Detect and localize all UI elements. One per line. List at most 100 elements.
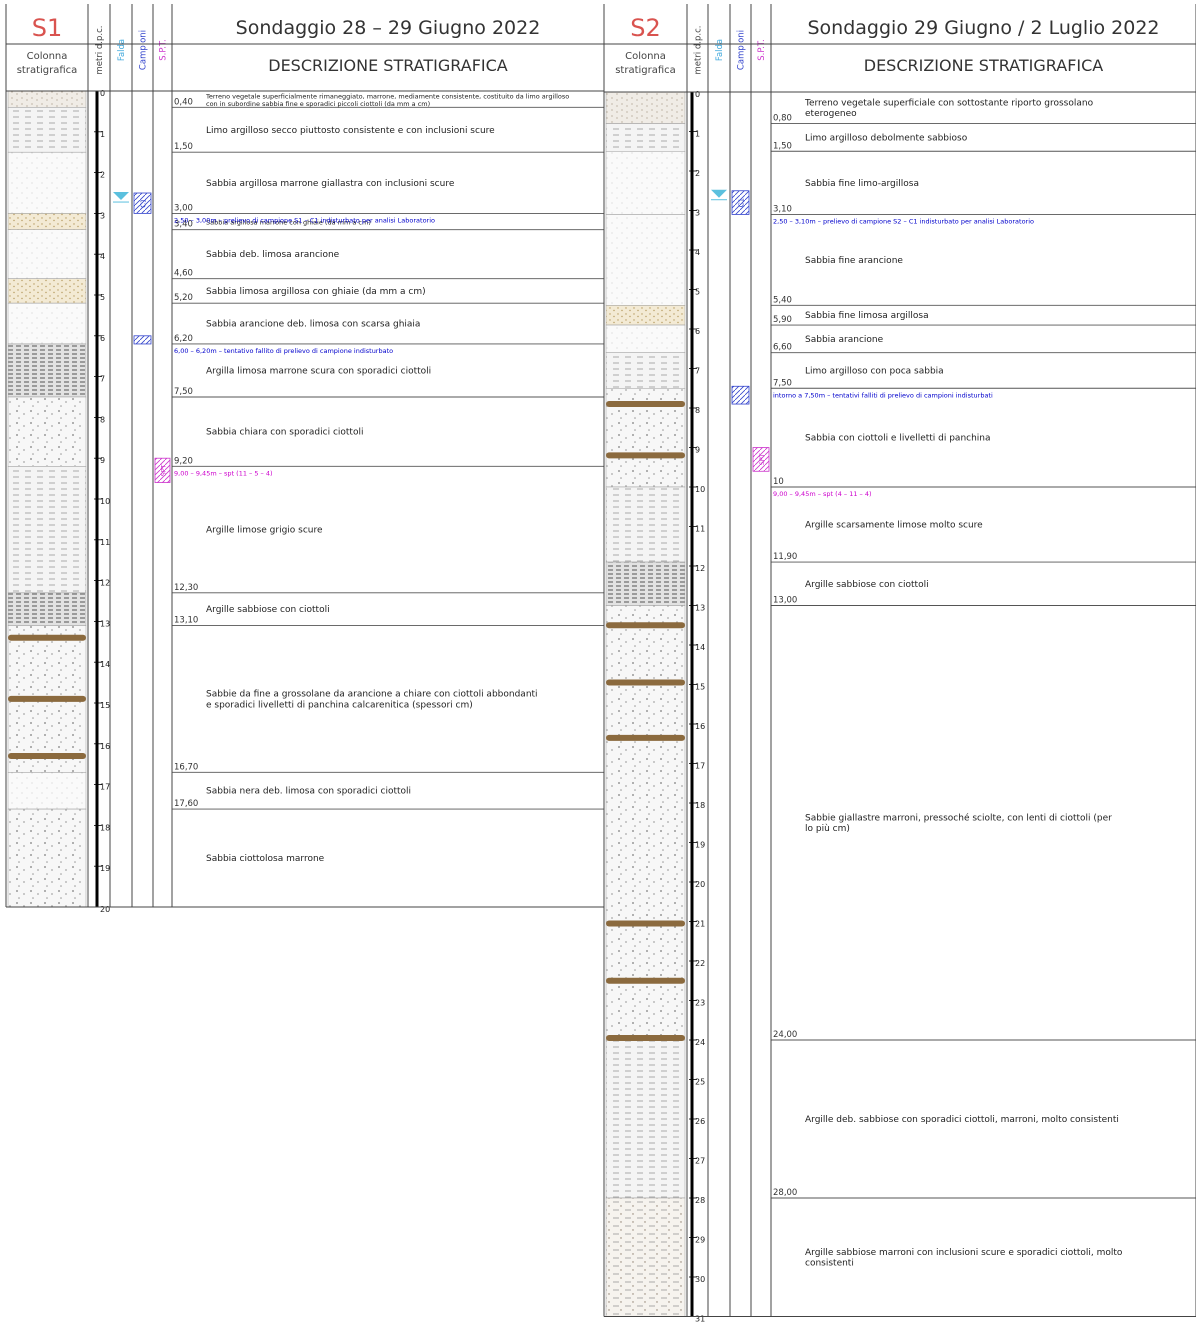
layer-description: Limo argilloso secco piuttosto consisten… [206,126,495,136]
strata-fill [7,90,87,108]
depth-tick-label: 15 [100,701,110,710]
depth-tick-label: 28 [695,1196,705,1205]
strata-fill [7,592,87,626]
header-campioni: Campioni [737,30,747,70]
depth-tick-label: 27 [695,1157,705,1166]
layer-description: Argille deb. sabbiose con sporadici ciot… [805,1115,1119,1125]
sample-label: C1 [738,198,746,207]
sampling-note: 6,00 – 6,20m – tentativo fallito di prel… [174,347,393,355]
depth-tick-label: 7 [100,375,105,384]
layer-depth-label: 9,20 [174,456,193,466]
strata-fill [605,324,686,353]
strata-fill [7,107,87,153]
depth-tick-label: 29 [695,1236,705,1245]
layer-description: Argille sabbiose con ciottoli [805,580,929,590]
header-descrizione: DESCRIZIONE STRATIGRAFICA [864,56,1104,75]
layer-depth-label: 13,00 [773,596,797,606]
strata-fill [7,151,87,214]
stratigraphic-logs-sheet: S1 Sondaggio 28 – 29 Giugno 2022 Colonna st… [5,4,1196,1324]
depth-tick-label: 25 [695,1078,705,1087]
sampling-note: 9,00 – 9,45m – spt (4 – 11 – 4) [773,490,872,498]
layer-depth-label: 4,60 [174,269,193,279]
layer-depth-label: 17,60 [174,799,198,809]
layer-depth-label: 13,10 [174,615,198,625]
strata-fill [7,229,87,279]
header-colonna: Colonna [27,51,68,62]
layer-depth-label: 28,00 [773,1188,797,1198]
depth-tick-label: 3 [100,211,105,220]
depth-tick-label: 19 [100,864,110,873]
layer-description: Argilla limosa marrone scura con sporadi… [206,366,431,376]
layer-depth-label: 6,60 [773,343,792,353]
strata-fill [7,466,87,594]
panchina-lens [606,734,685,741]
strata-fill [7,343,87,398]
strata-fill [605,352,686,389]
depth-tick-label: 1 [100,130,105,139]
strata-fill [7,808,87,908]
layer-depth-label: 0,40 [174,97,193,107]
layer-depth-label: 12,30 [174,583,198,593]
log-title: Sondaggio 28 – 29 Giugno 2022 [236,17,541,39]
panchina-lens [606,920,685,927]
sample-marker [731,385,750,405]
depth-tick-label: 0 [100,89,105,98]
layer-depth-label: 24,00 [773,1030,797,1040]
depth-tick-label: 24 [695,1038,705,1047]
layer-depth-label: 3,00 [174,203,193,213]
depth-tick-label: 14 [695,643,705,652]
depth-tick-label: 31 [695,1315,705,1324]
layer-description: Sabbia limosa argillosa con ghiaie (da m… [206,287,426,297]
header-colonna-line2: stratigrafica [615,65,676,76]
header-falda: Falda [117,39,127,61]
depth-tick-label: 12 [695,564,705,573]
layer-depth-label: 7,50 [174,387,193,397]
log-id: S1 [32,14,63,42]
sampling-note: intorno a 7,50m – tentativi falliti di p… [773,391,993,399]
layer-description: Sabbia fine limosa argillosa [805,311,929,321]
strata-fill [7,213,87,230]
depth-tick-label: 5 [695,288,700,297]
depth-tick-label: 6 [100,334,105,343]
layer-description: Sabbia fine limo-argillosa [805,179,919,189]
depth-tick-label: 9 [695,446,700,455]
strata-fill [605,91,686,124]
panchina-lens [606,401,685,408]
layer-description: Sabbia chiara con sporadici ciottoli [206,428,363,438]
depth-tick-label: 2 [695,169,700,178]
header-colonna-line2: stratigrafica [17,65,78,76]
depth-tick-label: 12 [100,579,110,588]
depth-tick-label: 1 [695,130,700,139]
header-campioni: Campioni [139,30,149,70]
depth-tick-label: 26 [695,1117,705,1126]
strata-fill [605,123,686,152]
depth-tick-label: 7 [695,367,700,376]
panchina-lens [8,753,86,760]
header-spt: S.P.T. [757,39,767,61]
header-metri: metri d.p.c. [95,26,105,75]
depth-tick-label: 11 [695,525,705,534]
depth-tick-label: 17 [695,762,705,771]
strata-fill [7,302,87,345]
layer-depth-label: 16,70 [174,762,198,772]
layer-depth-label: 5,90 [773,315,792,325]
strata-fill [605,605,686,1041]
depth-tick-label: 4 [695,248,700,257]
sample-label: C1 [140,199,148,208]
layer-description: Limo argilloso con poca sabbia [805,366,944,376]
header-metri: metri d.p.c. [694,26,704,75]
log-title: Sondaggio 29 Giugno / 2 Luglio 2022 [807,17,1159,39]
layer-depth-label: 0,80 [773,114,792,124]
depth-tick-label: 16 [100,742,110,751]
depth-tick-label: 6 [695,327,700,336]
depth-tick-label: 21 [695,920,705,929]
borehole-log-s2: S2 Sondaggio 29 Giugno / 2 Luglio 2022 Col… [603,4,1196,1324]
panchina-lens [8,695,86,702]
strata-fill [605,305,686,326]
layer-description: Sabbia fine arancione [805,256,903,266]
layer-depth-label: 6,20 [174,334,193,344]
spt-label: SPT [758,453,766,465]
layer-description: Limo argilloso debolmente sabbioso [805,133,968,143]
strata-fill [7,772,87,810]
layer-description: Sabbia argillosa marrone giallastra con … [206,179,455,189]
